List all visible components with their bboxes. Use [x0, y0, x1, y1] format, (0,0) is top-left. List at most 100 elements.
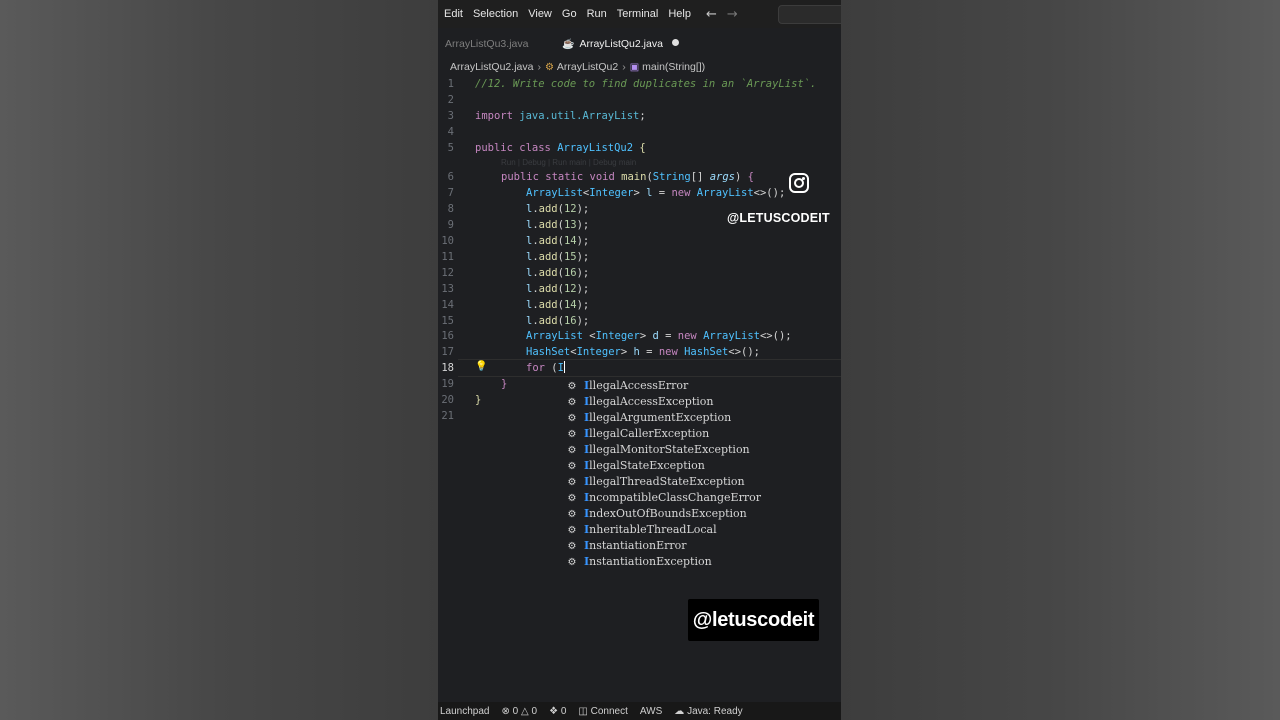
number-literal: 14 — [563, 299, 577, 311]
menu-view[interactable]: View — [523, 8, 557, 20]
type-name: ArrayList — [526, 330, 583, 342]
suggestion-rest: nheritableThreadLocal — [589, 523, 717, 536]
type-name: ArrayList — [703, 330, 760, 342]
menu-run[interactable]: Run — [582, 8, 612, 20]
keyword: class — [519, 142, 551, 154]
suggestion-rest: llegalArgumentException — [589, 411, 732, 424]
forward-arrow-icon[interactable]: → — [727, 7, 738, 22]
breadcrumb-file[interactable]: ArrayListQu2.java — [450, 61, 533, 73]
line-number: 3 — [447, 110, 454, 122]
status-launchpad[interactable]: Launchpad — [438, 706, 496, 717]
suggestion-label: IllegalAccessException — [584, 395, 713, 408]
suggestion-rest: nstantiationError — [589, 539, 687, 552]
suggestion-item[interactable]: ⚙ IllegalArgumentException — [565, 408, 825, 424]
tab-arraylistqu2[interactable]: ☕ ArrayListQu2.java — [562, 30, 679, 58]
tab-label: ArrayListQu2.java — [579, 38, 663, 50]
suggestion-label: IllegalCallerException — [584, 427, 709, 440]
right-blurred-backdrop — [841, 0, 1280, 720]
status-connect[interactable]: ◫ Connect — [572, 706, 633, 717]
status-aws[interactable]: AWS — [634, 706, 668, 717]
keyword: void — [589, 171, 615, 183]
line-number: 2 — [447, 94, 454, 106]
keyword: new — [677, 330, 697, 342]
chevron-right-icon: › — [537, 61, 541, 73]
menu-help[interactable]: Help — [663, 8, 696, 20]
suggestion-item[interactable]: ⚙ IllegalAccessError — [565, 376, 825, 392]
suggestion-rest: ncompatibleClassChangeError — [589, 491, 761, 504]
suggestion-item[interactable]: ⚙ IllegalMonitorStateException — [565, 440, 825, 456]
suggestion-rest: nstantiationException — [589, 555, 712, 568]
type-name: Integer — [576, 346, 621, 358]
suggestion-label: IncompatibleClassChangeError — [584, 491, 761, 504]
suggestion-rest: llegalCallerException — [589, 427, 710, 440]
breadcrumb-class[interactable]: ArrayListQu2 — [557, 61, 618, 73]
type-name: ArrayList — [526, 187, 583, 199]
error-count: 0 — [512, 705, 519, 717]
code-line: 14 l.add(14); — [438, 297, 841, 313]
suggestion-label: IllegalStateException — [584, 459, 705, 472]
suggestion-item[interactable]: ⚙ IllegalThreadStateException — [565, 472, 825, 488]
unsaved-dot-icon[interactable] — [671, 39, 679, 46]
suggestion-item[interactable]: ⚙ IncompatibleClassChangeError — [565, 488, 825, 504]
menu-selection[interactable]: Selection — [468, 8, 523, 20]
menu-edit[interactable]: Edit — [438, 8, 468, 20]
code-comment: //12. Write code to find duplicates in a… — [475, 78, 817, 90]
line-number: 14 — [441, 299, 454, 311]
code-line: 11 l.add(15); — [438, 249, 841, 265]
number-literal: 12 — [563, 203, 577, 215]
method-cube-icon: ▣ — [629, 62, 640, 73]
code-line: 3 import java.util.ArrayList; — [438, 108, 841, 124]
error-circle-icon: ⊗ — [501, 705, 510, 717]
type-name: HashSet — [526, 346, 571, 358]
keyword: for — [526, 362, 545, 374]
suggestion-item[interactable]: ⚙ InstantiationError — [565, 536, 825, 552]
keyword: public — [475, 142, 513, 154]
type-name: HashSet — [684, 346, 729, 358]
editor-tabs: ArrayListQu3.java ☕ ArrayListQu2.java — [438, 30, 841, 58]
code-line: 16 ArrayList <Integer> d = new ArrayList<… — [438, 328, 841, 344]
autocomplete-list: ⚙ IllegalAccessError ⚙ IllegalAccessExcept… — [565, 376, 825, 568]
left-blurred-backdrop — [0, 0, 438, 720]
keyword: new — [671, 187, 691, 199]
suggestion-rest: llegalAccessException — [589, 395, 714, 408]
java-status-label: Java: Ready — [687, 705, 743, 717]
method-name: main — [621, 171, 647, 183]
method-name: add — [538, 235, 558, 247]
chevron-right-icon: › — [622, 61, 626, 73]
breadcrumb-method[interactable]: main(String[]) — [642, 61, 705, 73]
command-center-search[interactable] — [778, 5, 841, 24]
code-line-current: 18 for (I — [438, 360, 841, 376]
menu-go[interactable]: Go — [557, 8, 582, 20]
method-name: add — [538, 203, 558, 215]
parameter: args — [709, 171, 735, 183]
class-icon: ⚙ — [567, 557, 577, 568]
line-number: 7 — [447, 187, 454, 199]
suggestion-item[interactable]: ⚙ InheritableThreadLocal — [565, 520, 825, 536]
suggestion-item[interactable]: ⚙ InstantiationException — [565, 552, 825, 568]
suggestion-label: InstantiationError — [584, 539, 687, 552]
import-path: java.util.ArrayList — [519, 110, 640, 122]
status-ports[interactable]: ❖ 0 — [543, 706, 572, 717]
code-line: 5 public class ArrayListQu2 { — [438, 140, 841, 156]
suggestion-item[interactable]: ⚙ IllegalAccessException — [565, 392, 825, 408]
status-java[interactable]: ☁ Java: Ready — [668, 706, 748, 717]
suggestion-item[interactable]: ⚙ IllegalStateException — [565, 456, 825, 472]
menu-terminal[interactable]: Terminal — [612, 8, 664, 20]
back-arrow-icon[interactable]: ← — [706, 7, 717, 22]
code-line: 7 ArrayList<Integer> l = new ArrayList<>(… — [438, 185, 841, 201]
status-problems[interactable]: ⊗ 0 △ 0 — [496, 706, 544, 717]
suggestion-item[interactable]: ⚙ IndexOutOfBoundsException — [565, 504, 825, 520]
line-number: 18 — [441, 362, 454, 374]
database-icon: ◫ — [578, 705, 588, 717]
suggestion-item[interactable]: ⚙ IllegalCallerException — [565, 424, 825, 440]
tab-arraylistqu3[interactable]: ArrayListQu3.java — [445, 30, 528, 58]
line-number: 4 — [447, 126, 454, 138]
suggestion-rest: llegalStateException — [589, 459, 705, 472]
codelens-run-debug[interactable]: Run | Debug | Run main | Debug main — [501, 158, 636, 167]
ports-count: 0 — [560, 705, 567, 717]
number-literal: 12 — [563, 283, 577, 295]
class-icon: ⚙ — [544, 62, 554, 73]
line-number: 12 — [441, 267, 454, 279]
line-number: 16 — [441, 330, 454, 342]
method-name: add — [538, 251, 558, 263]
